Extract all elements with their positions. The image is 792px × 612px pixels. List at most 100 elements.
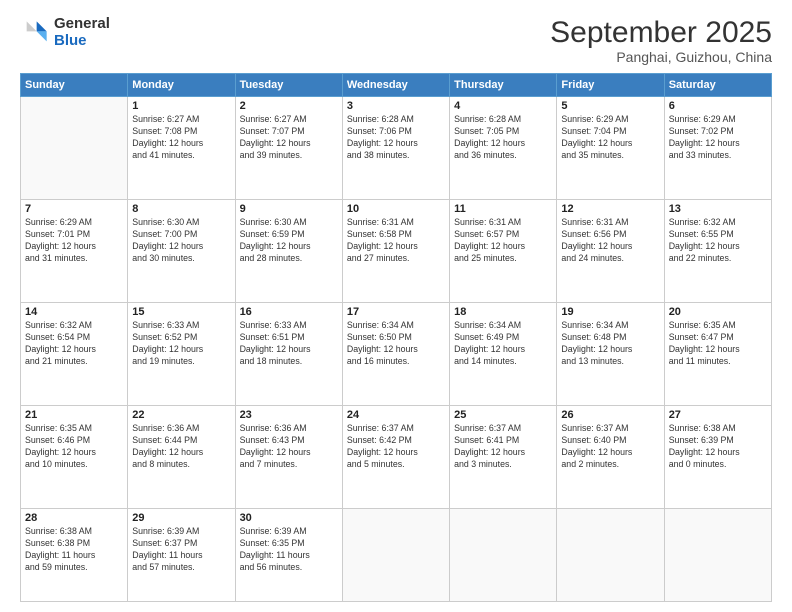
day-number: 24: [347, 409, 445, 421]
calendar-cell: 24 Sunrise: 6:37 AM Sunset: 6:42 PM Dayli…: [342, 406, 449, 509]
calendar-cell: 19 Sunrise: 6:34 AM Sunset: 6:48 PM Dayli…: [557, 303, 664, 406]
day-number: 21: [25, 409, 123, 421]
calendar-header-row: Sunday Monday Tuesday Wednesday Thursday…: [21, 74, 772, 97]
cell-info: Sunrise: 6:37 AM Sunset: 6:42 PM Dayligh…: [347, 423, 445, 471]
cell-info: Sunrise: 6:32 AM Sunset: 6:55 PM Dayligh…: [669, 217, 767, 265]
day-number: 30: [240, 512, 338, 524]
header: General Blue September 2025 Panghai, Gui…: [20, 16, 772, 65]
cell-info: Sunrise: 6:36 AM Sunset: 6:43 PM Dayligh…: [240, 423, 338, 471]
logo-blue-text: Blue: [54, 33, 110, 50]
day-number: 10: [347, 203, 445, 215]
calendar-cell: 3 Sunrise: 6:28 AM Sunset: 7:06 PM Daylig…: [342, 97, 449, 200]
page: General Blue September 2025 Panghai, Gui…: [0, 0, 792, 612]
cell-info: Sunrise: 6:37 AM Sunset: 6:40 PM Dayligh…: [561, 423, 659, 471]
calendar-cell: 17 Sunrise: 6:34 AM Sunset: 6:50 PM Dayli…: [342, 303, 449, 406]
day-number: 16: [240, 306, 338, 318]
cell-info: Sunrise: 6:35 AM Sunset: 6:46 PM Dayligh…: [25, 423, 123, 471]
logo-text: General Blue: [54, 16, 110, 49]
calendar-cell: [21, 97, 128, 200]
day-number: 18: [454, 306, 552, 318]
day-number: 27: [669, 409, 767, 421]
cell-info: Sunrise: 6:39 AM Sunset: 6:35 PM Dayligh…: [240, 526, 338, 574]
day-number: 11: [454, 203, 552, 215]
calendar-cell: 4Sunrise: 6:28 AM Sunset: 7:05 PM Daylig…: [450, 97, 557, 200]
cell-info: Sunrise: 6:31 AM Sunset: 6:58 PM Dayligh…: [347, 217, 445, 265]
cell-info: Sunrise: 6:34 AM Sunset: 6:49 PM Dayligh…: [454, 320, 552, 368]
calendar-cell: 23Sunrise: 6:36 AM Sunset: 6:43 PM Dayli…: [235, 406, 342, 509]
calendar-cell: 6Sunrise: 6:29 AM Sunset: 7:02 PM Daylig…: [664, 97, 771, 200]
day-number: 22: [132, 409, 230, 421]
col-friday: Friday: [557, 74, 664, 97]
calendar-cell: 20Sunrise: 6:35 AM Sunset: 6:47 PM Dayli…: [664, 303, 771, 406]
day-number: 7: [25, 203, 123, 215]
cell-info: Sunrise: 6:34 AM Sunset: 6:50 PM Dayligh…: [347, 320, 445, 368]
day-number: 17: [347, 306, 445, 318]
page-subtitle: Panghai, Guizhou, China: [550, 49, 772, 65]
cell-info: Sunrise: 6:34 AM Sunset: 6:48 PM Dayligh…: [561, 320, 659, 368]
day-number: 9: [240, 203, 338, 215]
day-number: 19: [561, 306, 659, 318]
cell-info: Sunrise: 6:29 AM Sunset: 7:04 PM Dayligh…: [561, 114, 659, 162]
cell-info: Sunrise: 6:27 AM Sunset: 7:08 PM Dayligh…: [132, 114, 230, 162]
calendar-cell: 16Sunrise: 6:33 AM Sunset: 6:51 PM Dayli…: [235, 303, 342, 406]
day-number: 12: [561, 203, 659, 215]
day-number: 14: [25, 306, 123, 318]
cell-info: Sunrise: 6:30 AM Sunset: 6:59 PM Dayligh…: [240, 217, 338, 265]
calendar-cell: 30 Sunrise: 6:39 AM Sunset: 6:35 PM Dayli…: [235, 509, 342, 602]
cell-info: Sunrise: 6:29 AM Sunset: 7:01 PM Dayligh…: [25, 217, 123, 265]
calendar-table: Sunday Monday Tuesday Wednesday Thursday…: [20, 73, 772, 602]
day-number: 29: [132, 512, 230, 524]
col-tuesday: Tuesday: [235, 74, 342, 97]
title-block: September 2025 Panghai, Guizhou, China: [550, 16, 772, 65]
calendar-cell: 10 Sunrise: 6:31 AM Sunset: 6:58 PM Dayli…: [342, 200, 449, 303]
col-monday: Monday: [128, 74, 235, 97]
col-thursday: Thursday: [450, 74, 557, 97]
cell-info: Sunrise: 6:31 AM Sunset: 6:56 PM Dayligh…: [561, 217, 659, 265]
week-row-2: 7 Sunrise: 6:29 AM Sunset: 7:01 PM Daylig…: [21, 200, 772, 303]
calendar-cell: 13 Sunrise: 6:32 AM Sunset: 6:55 PM Dayli…: [664, 200, 771, 303]
cell-info: Sunrise: 6:31 AM Sunset: 6:57 PM Dayligh…: [454, 217, 552, 265]
calendar-cell: [450, 509, 557, 602]
cell-info: Sunrise: 6:29 AM Sunset: 7:02 PM Dayligh…: [669, 114, 767, 162]
day-number: 2: [240, 100, 338, 112]
calendar-cell: 12 Sunrise: 6:31 AM Sunset: 6:56 PM Dayli…: [557, 200, 664, 303]
week-row-5: 28 Sunrise: 6:38 AM Sunset: 6:38 PM Dayli…: [21, 509, 772, 602]
calendar-cell: 29 Sunrise: 6:39 AM Sunset: 6:37 PM Dayli…: [128, 509, 235, 602]
cell-info: Sunrise: 6:28 AM Sunset: 7:06 PM Dayligh…: [347, 114, 445, 162]
cell-info: Sunrise: 6:38 AM Sunset: 6:39 PM Dayligh…: [669, 423, 767, 471]
cell-info: Sunrise: 6:38 AM Sunset: 6:38 PM Dayligh…: [25, 526, 123, 574]
calendar-cell: 18 Sunrise: 6:34 AM Sunset: 6:49 PM Dayli…: [450, 303, 557, 406]
cell-info: Sunrise: 6:33 AM Sunset: 6:52 PM Dayligh…: [132, 320, 230, 368]
calendar-cell: 26Sunrise: 6:37 AM Sunset: 6:40 PM Dayli…: [557, 406, 664, 509]
page-title: September 2025: [550, 16, 772, 49]
cell-info: Sunrise: 6:30 AM Sunset: 7:00 PM Dayligh…: [132, 217, 230, 265]
day-number: 28: [25, 512, 123, 524]
day-number: 13: [669, 203, 767, 215]
cell-info: Sunrise: 6:39 AM Sunset: 6:37 PM Dayligh…: [132, 526, 230, 574]
calendar-cell: 9 Sunrise: 6:30 AM Sunset: 6:59 PM Daylig…: [235, 200, 342, 303]
day-number: 15: [132, 306, 230, 318]
calendar-cell: 8 Sunrise: 6:30 AM Sunset: 7:00 PM Daylig…: [128, 200, 235, 303]
calendar-cell: [557, 509, 664, 602]
calendar-cell: 5Sunrise: 6:29 AM Sunset: 7:04 PM Daylig…: [557, 97, 664, 200]
week-row-1: 1Sunrise: 6:27 AM Sunset: 7:08 PM Daylig…: [21, 97, 772, 200]
calendar-cell: 22 Sunrise: 6:36 AM Sunset: 6:44 PM Dayli…: [128, 406, 235, 509]
logo: General Blue: [20, 16, 110, 49]
week-row-4: 21 Sunrise: 6:35 AM Sunset: 6:46 PM Dayli…: [21, 406, 772, 509]
day-number: 8: [132, 203, 230, 215]
calendar-cell: 15 Sunrise: 6:33 AM Sunset: 6:52 PM Dayli…: [128, 303, 235, 406]
calendar-cell: 27 Sunrise: 6:38 AM Sunset: 6:39 PM Dayli…: [664, 406, 771, 509]
cell-info: Sunrise: 6:32 AM Sunset: 6:54 PM Dayligh…: [25, 320, 123, 368]
col-saturday: Saturday: [664, 74, 771, 97]
calendar-cell: 21 Sunrise: 6:35 AM Sunset: 6:46 PM Dayli…: [21, 406, 128, 509]
calendar-cell: [664, 509, 771, 602]
week-row-3: 14 Sunrise: 6:32 AM Sunset: 6:54 PM Dayli…: [21, 303, 772, 406]
logo-icon: [20, 18, 50, 48]
cell-info: Sunrise: 6:36 AM Sunset: 6:44 PM Dayligh…: [132, 423, 230, 471]
calendar-cell: [342, 509, 449, 602]
cell-info: Sunrise: 6:37 AM Sunset: 6:41 PM Dayligh…: [454, 423, 552, 471]
col-wednesday: Wednesday: [342, 74, 449, 97]
day-number: 20: [669, 306, 767, 318]
logo-general-text: General: [54, 16, 110, 33]
day-number: 3: [347, 100, 445, 112]
